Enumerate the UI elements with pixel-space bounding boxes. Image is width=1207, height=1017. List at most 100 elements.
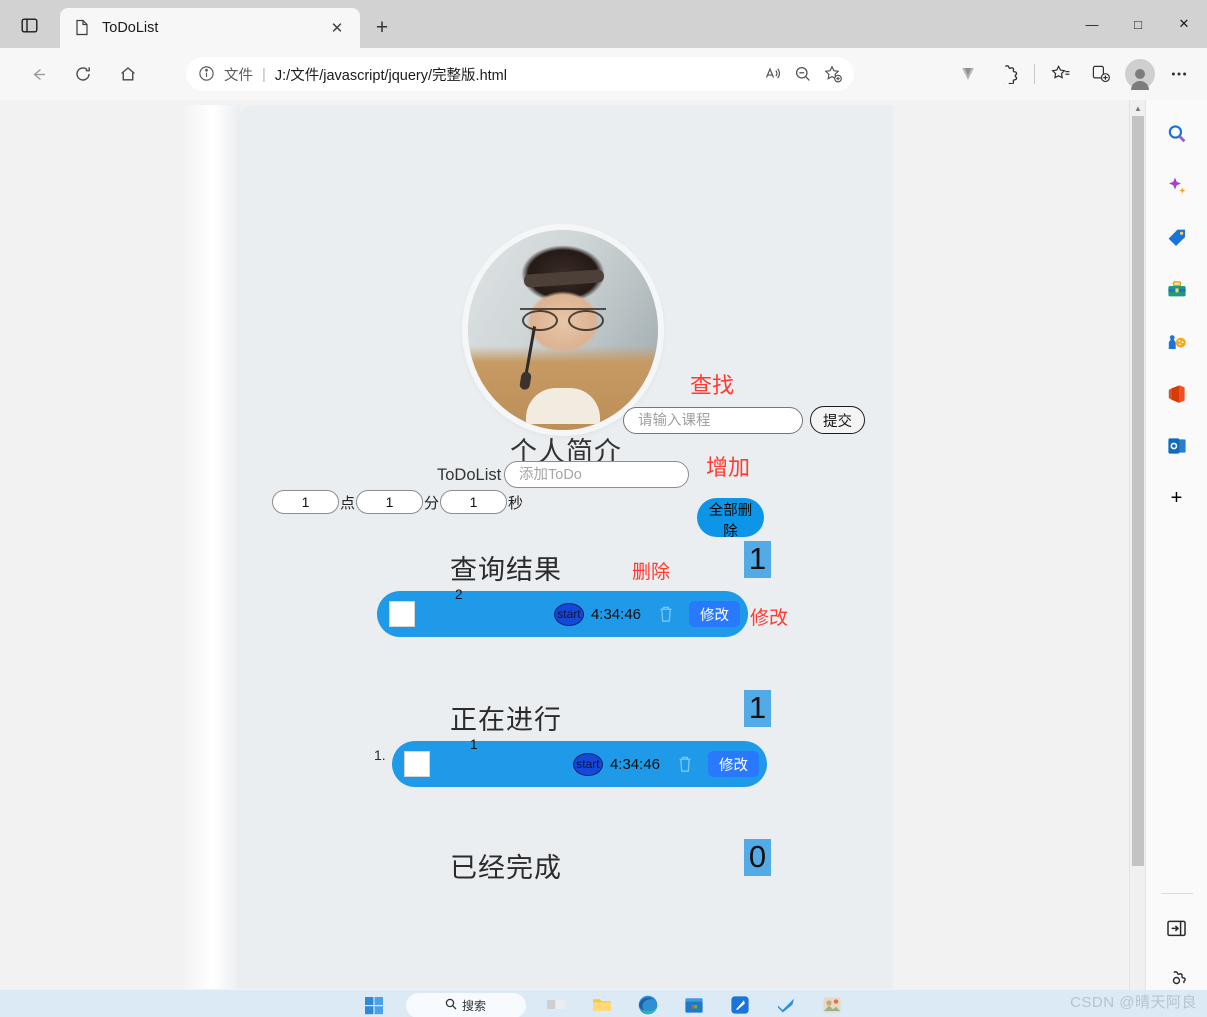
edge-sidebar: + bbox=[1145, 100, 1207, 990]
new-tab-button[interactable]: + bbox=[368, 14, 396, 42]
taskbar-search-label: 搜索 bbox=[461, 999, 486, 1013]
expand-sidebar-icon[interactable] bbox=[1159, 910, 1195, 946]
item-checkbox[interactable] bbox=[389, 601, 415, 627]
start-badge: start bbox=[572, 752, 603, 776]
vertical-scrollbar[interactable]: ▲ bbox=[1129, 100, 1145, 990]
add-annotation: 增加 bbox=[706, 455, 751, 480]
sidebar-divider bbox=[1160, 893, 1193, 894]
page-edge-shadow bbox=[180, 105, 240, 989]
profile-photo bbox=[468, 230, 658, 430]
sidebar-copilot-icon[interactable] bbox=[1159, 168, 1195, 204]
second-input[interactable] bbox=[440, 490, 508, 514]
add-todo-input[interactable] bbox=[504, 461, 689, 488]
add-favorite-icon[interactable] bbox=[818, 60, 848, 88]
scroll-up-arrow-icon[interactable]: ▲ bbox=[1130, 100, 1145, 116]
edit-button[interactable]: 修改 bbox=[689, 601, 740, 627]
sidebar-add-icon[interactable]: + bbox=[1159, 480, 1195, 516]
todolist-label: ToDoList bbox=[437, 466, 502, 484]
edge-browser-icon[interactable] bbox=[637, 994, 661, 1017]
search-icon bbox=[445, 998, 457, 1013]
page-viewport: 个人简介 查找 提交 增加 ToDoList 点 分 秒 全部删除 查询结果 1… bbox=[0, 100, 1145, 990]
count-badge-in-progress: 1 bbox=[744, 690, 771, 727]
address-bar[interactable]: 文件 | J:/文件/javascript/jquery/完整版.html bbox=[186, 57, 854, 91]
document-icon bbox=[74, 19, 92, 37]
sidebar-shopping-icon[interactable] bbox=[1159, 220, 1195, 256]
count-badge-completed: 0 bbox=[744, 839, 771, 876]
sidebar-games-icon[interactable] bbox=[1159, 324, 1195, 360]
sidebar-tools-icon[interactable] bbox=[1159, 272, 1195, 308]
extensions-icon[interactable] bbox=[991, 56, 1025, 92]
sidebar-search-icon[interactable] bbox=[1159, 116, 1195, 152]
taskbar-search[interactable]: 搜索 bbox=[405, 993, 526, 1017]
taskview-icon[interactable] bbox=[545, 994, 569, 1017]
item-text: 1 bbox=[470, 737, 478, 752]
item-text: 2 bbox=[455, 587, 463, 602]
tab-title: ToDoList bbox=[102, 20, 159, 36]
table-row[interactable]: 1 start 4:34:46 修改 bbox=[392, 737, 767, 787]
omnibox-actions bbox=[758, 60, 848, 88]
delete-annotation: 删除 bbox=[632, 562, 671, 583]
zoom-out-icon[interactable] bbox=[788, 60, 818, 88]
window-controls: — □ ✕ bbox=[1069, 0, 1207, 48]
close-icon[interactable]: ✕ bbox=[324, 15, 350, 41]
browser-tab[interactable]: ToDoList ✕ bbox=[60, 8, 360, 48]
reload-icon[interactable] bbox=[65, 56, 101, 92]
list-item-marker: 1. bbox=[374, 747, 386, 763]
item-checkbox[interactable] bbox=[404, 751, 430, 777]
search-annotation: 查找 bbox=[690, 373, 735, 398]
omnibox-separator: | bbox=[262, 65, 266, 83]
navigation-bar: 文件 | J:/文件/javascript/jquery/完整版.html bbox=[0, 48, 1207, 100]
submit-button[interactable]: 提交 bbox=[810, 406, 865, 434]
read-aloud-icon[interactable] bbox=[758, 60, 788, 88]
count-badge-query-result: 1 bbox=[744, 541, 771, 578]
hour-input[interactable] bbox=[272, 490, 339, 514]
windows-start-icon[interactable] bbox=[363, 994, 387, 1017]
edit-annotation: 修改 bbox=[750, 608, 789, 629]
section-title-in-progress: 正在进行 bbox=[450, 705, 562, 735]
start-badge: start bbox=[553, 602, 584, 626]
downloads-v-icon[interactable] bbox=[951, 56, 985, 92]
settings-more-icon[interactable] bbox=[1162, 56, 1196, 92]
app-check-icon[interactable] bbox=[775, 994, 799, 1017]
section-title-query-result: 查询结果 bbox=[450, 555, 562, 585]
edit-button[interactable]: 修改 bbox=[708, 751, 759, 777]
watermark: CSDN @晴天阿良 bbox=[1070, 994, 1197, 1011]
sidebar-office-icon[interactable] bbox=[1159, 376, 1195, 412]
tab-actions-icon[interactable] bbox=[8, 8, 50, 42]
item-time: 4:34:46 bbox=[609, 755, 660, 773]
sidebar-outlook-icon[interactable] bbox=[1159, 428, 1195, 464]
section-title-completed: 已经完成 bbox=[450, 853, 562, 883]
split-screen-icon[interactable] bbox=[1084, 56, 1118, 92]
search-input[interactable] bbox=[623, 407, 803, 434]
close-window-button[interactable]: ✕ bbox=[1161, 0, 1207, 48]
trash-icon[interactable] bbox=[655, 601, 677, 627]
second-unit-label: 秒 bbox=[508, 494, 524, 512]
trash-icon[interactable] bbox=[674, 751, 696, 777]
microsoft-store-icon[interactable] bbox=[683, 994, 707, 1017]
home-icon[interactable] bbox=[110, 56, 146, 92]
back-arrow-icon[interactable] bbox=[20, 56, 56, 92]
windows-taskbar: 搜索 CSDN @晴天阿良 bbox=[0, 990, 1207, 1017]
scrollbar-thumb[interactable] bbox=[1132, 116, 1144, 866]
url-text: J:/文件/javascript/jquery/完整版.html bbox=[274, 67, 507, 84]
browser-window: ToDoList ✕ + — □ ✕ 文件 | J:/文件/javascript… bbox=[0, 0, 1207, 1017]
toolbar-divider bbox=[1034, 64, 1035, 84]
browser-toolbar bbox=[948, 56, 1199, 92]
maximize-button[interactable]: □ bbox=[1115, 0, 1161, 48]
item-time: 4:34:46 bbox=[590, 605, 641, 623]
url-scheme-label: 文件 bbox=[224, 67, 253, 84]
app-photo-icon[interactable] bbox=[821, 994, 845, 1017]
info-circle-icon bbox=[198, 65, 216, 83]
time-input-row: 点 分 秒 bbox=[272, 490, 524, 514]
app-blue-icon[interactable] bbox=[729, 994, 753, 1017]
hour-unit-label: 点 bbox=[340, 494, 356, 512]
table-row[interactable]: 2 start 4:34:46 修改 bbox=[377, 587, 748, 637]
minute-input[interactable] bbox=[356, 490, 424, 514]
clear-all-button[interactable]: 全部删除 bbox=[697, 498, 764, 540]
title-bar: ToDoList ✕ + — □ ✕ bbox=[0, 0, 1207, 48]
minute-unit-label: 分 bbox=[424, 494, 440, 512]
file-explorer-icon[interactable] bbox=[591, 994, 615, 1017]
profile-avatar[interactable] bbox=[1125, 59, 1155, 90]
collections-icon[interactable] bbox=[1044, 56, 1078, 92]
minimize-button[interactable]: — bbox=[1069, 0, 1115, 48]
